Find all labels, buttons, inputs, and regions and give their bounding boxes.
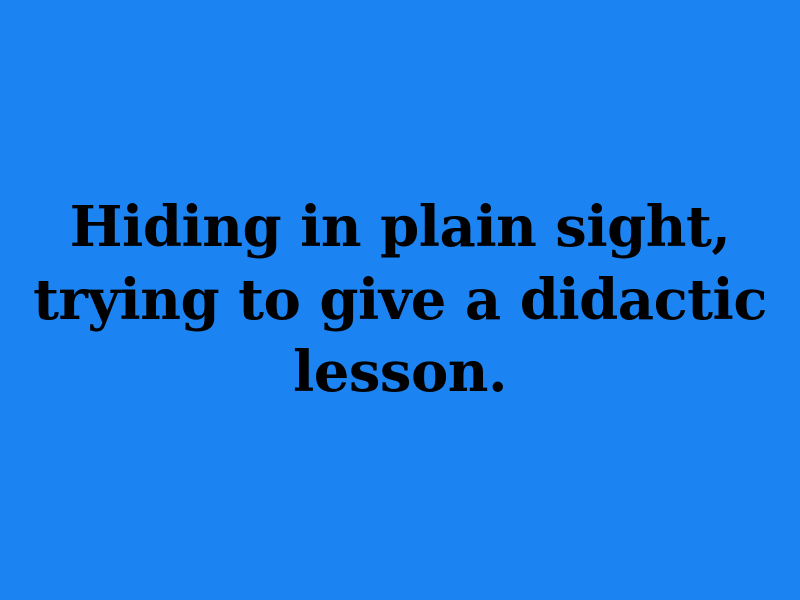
slide-text: Hiding in plain sight, trying to give a … — [33, 193, 767, 406]
slide-canvas: Hiding in plain sight, trying to give a … — [0, 0, 800, 600]
